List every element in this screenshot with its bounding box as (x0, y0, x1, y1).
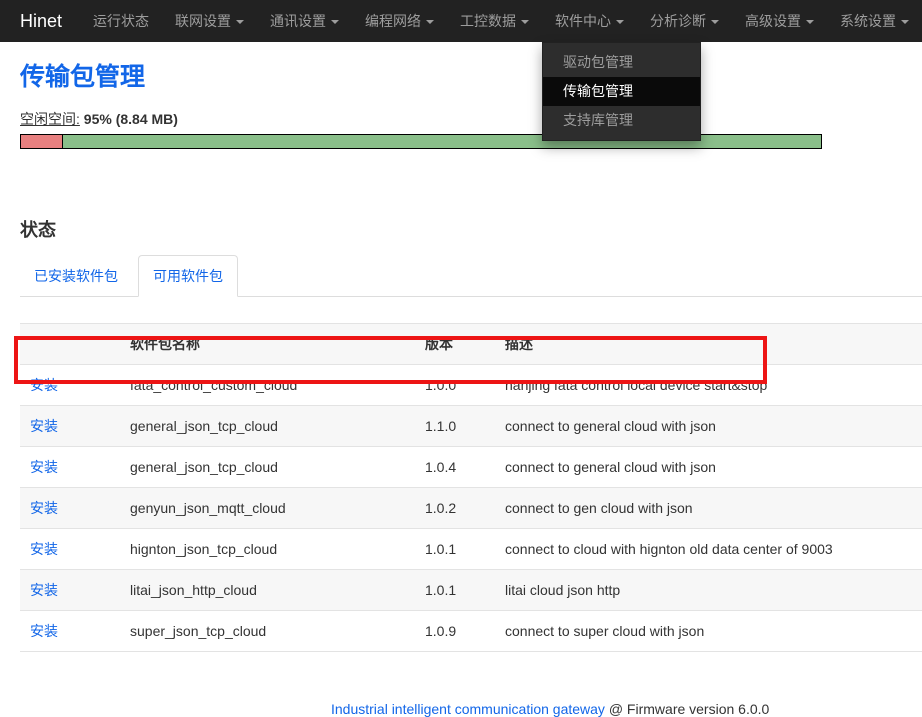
nav-item-label: 编程网络 (365, 13, 421, 29)
package-name: fata_control_custom_cloud (120, 365, 415, 406)
chevron-down-icon (711, 20, 719, 24)
package-name: hignton_json_tcp_cloud (120, 529, 415, 570)
package-table: 软件包名称 版本 描述 安装 fata_control_custom_cloud… (20, 323, 922, 652)
top-navbar: Hinet 运行状态 联网设置 通讯设置 编程网络 工控数据 软件中心 驱动包管… (0, 0, 922, 42)
nav-item-label: 通讯设置 (270, 13, 326, 29)
header-description: 描述 (495, 324, 922, 365)
nav-item-label: 联网设置 (175, 13, 231, 29)
package-version: 1.0.2 (415, 488, 495, 529)
nav-item-system-settings[interactable]: 系统设置 (827, 0, 922, 42)
nav-item-running-status[interactable]: 运行状态 (80, 0, 162, 42)
brand-logo[interactable]: Hinet (0, 0, 80, 42)
chevron-down-icon (616, 20, 624, 24)
chevron-down-icon (521, 20, 529, 24)
table-header-row: 软件包名称 版本 描述 (20, 324, 922, 365)
header-install (20, 324, 120, 365)
nav-item-label: 分析诊断 (650, 13, 706, 29)
gateway-link[interactable]: Industrial intelligent communication gat… (331, 701, 605, 717)
install-button[interactable]: 安装 (30, 500, 58, 516)
firmware-version-text: @ Firmware version 6.0.0 (609, 701, 769, 717)
page-title: 传输包管理 (20, 63, 922, 92)
package-version: 1.0.1 (415, 570, 495, 611)
install-button[interactable]: 安装 (30, 377, 58, 393)
storage-used-segment (21, 135, 63, 148)
install-button[interactable]: 安装 (30, 459, 58, 475)
table-row: 安装 genyun_json_mqtt_cloud 1.0.2 connect … (20, 488, 922, 529)
dropdown-item-support-library[interactable]: 支持库管理 (543, 106, 700, 135)
chevron-down-icon (901, 20, 909, 24)
package-version: 1.1.0 (415, 406, 495, 447)
nav-item-analysis-diagnosis[interactable]: 分析诊断 (637, 0, 732, 42)
main-content: 传输包管理 空闲空间: 95% (8.84 MB) 状态 已安装软件包 可用软件… (0, 63, 922, 717)
package-description: connect to gen cloud with json (495, 488, 922, 529)
nav-item-software-center[interactable]: 软件中心 驱动包管理 传输包管理 支持库管理 (542, 0, 637, 42)
storage-free-segment (63, 135, 821, 148)
table-row: 安装 fata_control_custom_cloud 1.0.0 nanji… (20, 365, 922, 406)
table-row: 安装 hignton_json_tcp_cloud 1.0.1 connect … (20, 529, 922, 570)
install-button[interactable]: 安装 (30, 541, 58, 557)
nav-item-label: 运行状态 (93, 13, 149, 29)
dropdown-item-transfer-package[interactable]: 传输包管理 (543, 77, 700, 106)
nav-item-advanced-settings[interactable]: 高级设置 (732, 0, 827, 42)
status-heading: 状态 (20, 216, 922, 242)
package-name: general_json_tcp_cloud (120, 447, 415, 488)
software-center-dropdown: 驱动包管理 传输包管理 支持库管理 (542, 42, 701, 141)
table-row: 安装 super_json_tcp_cloud 1.0.9 connect to… (20, 611, 922, 652)
table-row: 安装 litai_json_http_cloud 1.0.1 litai clo… (20, 570, 922, 611)
tab-installed-packages[interactable]: 已安装软件包 (20, 256, 132, 296)
chevron-down-icon (806, 20, 814, 24)
dropdown-item-driver-package[interactable]: 驱动包管理 (543, 48, 700, 77)
free-space-label: 空闲空间: (20, 111, 80, 127)
package-name: general_json_tcp_cloud (120, 406, 415, 447)
tab-available-packages[interactable]: 可用软件包 (138, 255, 238, 297)
nav-item-programming-network[interactable]: 编程网络 (352, 0, 447, 42)
storage-progress-bar (20, 134, 822, 149)
nav-item-label: 软件中心 (555, 13, 611, 29)
nav-item-network-settings[interactable]: 联网设置 (162, 0, 257, 42)
package-description: connect to general cloud with json (495, 406, 922, 447)
nav-item-label: 高级设置 (745, 13, 801, 29)
chevron-down-icon (426, 20, 434, 24)
install-button[interactable]: 安装 (30, 418, 58, 434)
package-description: connect to general cloud with json (495, 447, 922, 488)
header-package-name: 软件包名称 (120, 324, 415, 365)
package-name: genyun_json_mqtt_cloud (120, 488, 415, 529)
chevron-down-icon (331, 20, 339, 24)
header-version: 版本 (415, 324, 495, 365)
install-button[interactable]: 安装 (30, 582, 58, 598)
nav-item-comm-settings[interactable]: 通讯设置 (257, 0, 352, 42)
table-row: 安装 general_json_tcp_cloud 1.0.4 connect … (20, 447, 922, 488)
package-version: 1.0.1 (415, 529, 495, 570)
table-row: 安装 general_json_tcp_cloud 1.1.0 connect … (20, 406, 922, 447)
package-name: super_json_tcp_cloud (120, 611, 415, 652)
nav-menu: 运行状态 联网设置 通讯设置 编程网络 工控数据 软件中心 驱动包管理 传输包管… (80, 0, 922, 42)
package-version: 1.0.9 (415, 611, 495, 652)
package-description: nanjing fata control local device start&… (495, 365, 922, 406)
package-description: connect to super cloud with json (495, 611, 922, 652)
chevron-down-icon (236, 20, 244, 24)
install-button[interactable]: 安装 (30, 623, 58, 639)
package-tabs: 已安装软件包 可用软件包 (20, 255, 922, 297)
nav-item-label: 工控数据 (460, 13, 516, 29)
free-space-text: 空闲空间: 95% (8.84 MB) (20, 109, 922, 129)
package-version: 1.0.4 (415, 447, 495, 488)
package-description: connect to cloud with hignton old data c… (495, 529, 922, 570)
nav-item-label: 系统设置 (840, 13, 896, 29)
package-name: litai_json_http_cloud (120, 570, 415, 611)
nav-item-industrial-data[interactable]: 工控数据 (447, 0, 542, 42)
footer: Industrial intelligent communication gat… (20, 701, 922, 717)
package-version: 1.0.0 (415, 365, 495, 406)
package-description: litai cloud json http (495, 570, 922, 611)
free-space-value: 95% (8.84 MB) (84, 111, 178, 127)
